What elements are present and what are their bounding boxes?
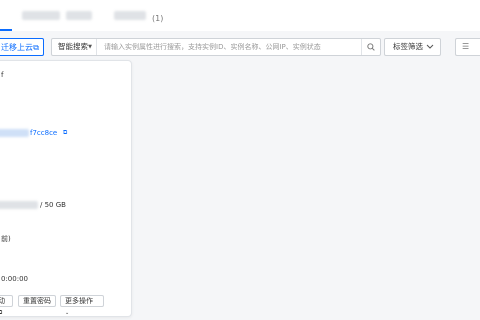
reset-password-button[interactable]: 重置密码	[18, 295, 56, 307]
copy-icon[interactable]: ⧉	[63, 129, 67, 137]
search-button[interactable]	[361, 39, 380, 55]
list-view-toggle[interactable]: ☰	[455, 38, 480, 56]
chevron-down-icon	[426, 44, 434, 49]
tag-filter-button[interactable]: 标签筛选	[384, 38, 441, 56]
tab-label-redacted[interactable]	[66, 11, 92, 20]
timestamp: 0:00:00	[1, 275, 28, 283]
search-input[interactable]	[100, 39, 360, 55]
card-action-button[interactable]: 动 ⧉	[0, 295, 13, 316]
instance-id-link[interactable]: f7cc8ce	[30, 129, 57, 137]
external-link-icon: ⧉	[0, 309, 3, 316]
list-view-icon: ☰	[462, 42, 470, 51]
tag-filter-label: 标签筛选	[393, 42, 423, 51]
migrate-to-cloud-button[interactable]: 迁移上云 ⧉	[0, 38, 44, 56]
external-link-icon: ⧉	[33, 43, 39, 52]
instance-card: f f7cc8ce ⧉ / 50 GB 前) 0:00:00 动 ⧉ 重置密码 …	[0, 60, 132, 317]
more-actions-button[interactable]: 更多操作 ⌄	[60, 295, 104, 316]
tab-count: (1)	[152, 14, 164, 23]
chevron-down-icon: ⌄	[65, 310, 70, 316]
search-type-select[interactable]: 智能搜索 ▼	[52, 39, 97, 55]
search-type-label: 智能搜索	[58, 42, 88, 51]
search-icon	[367, 43, 375, 51]
redacted-field	[0, 129, 29, 137]
card-text: f	[1, 71, 4, 79]
disk-size: / 50 GB	[40, 201, 66, 209]
migrate-label: 迁移上云	[1, 43, 33, 52]
caret-down-icon: ▼	[88, 44, 92, 50]
tab-label-redacted[interactable]	[114, 11, 146, 20]
redacted-field	[0, 201, 38, 209]
card-text: 前)	[1, 235, 11, 243]
tab-label-redacted[interactable]	[22, 11, 60, 20]
search-bar: 智能搜索 ▼	[51, 38, 381, 56]
tab-bar: (1)	[0, 0, 480, 32]
